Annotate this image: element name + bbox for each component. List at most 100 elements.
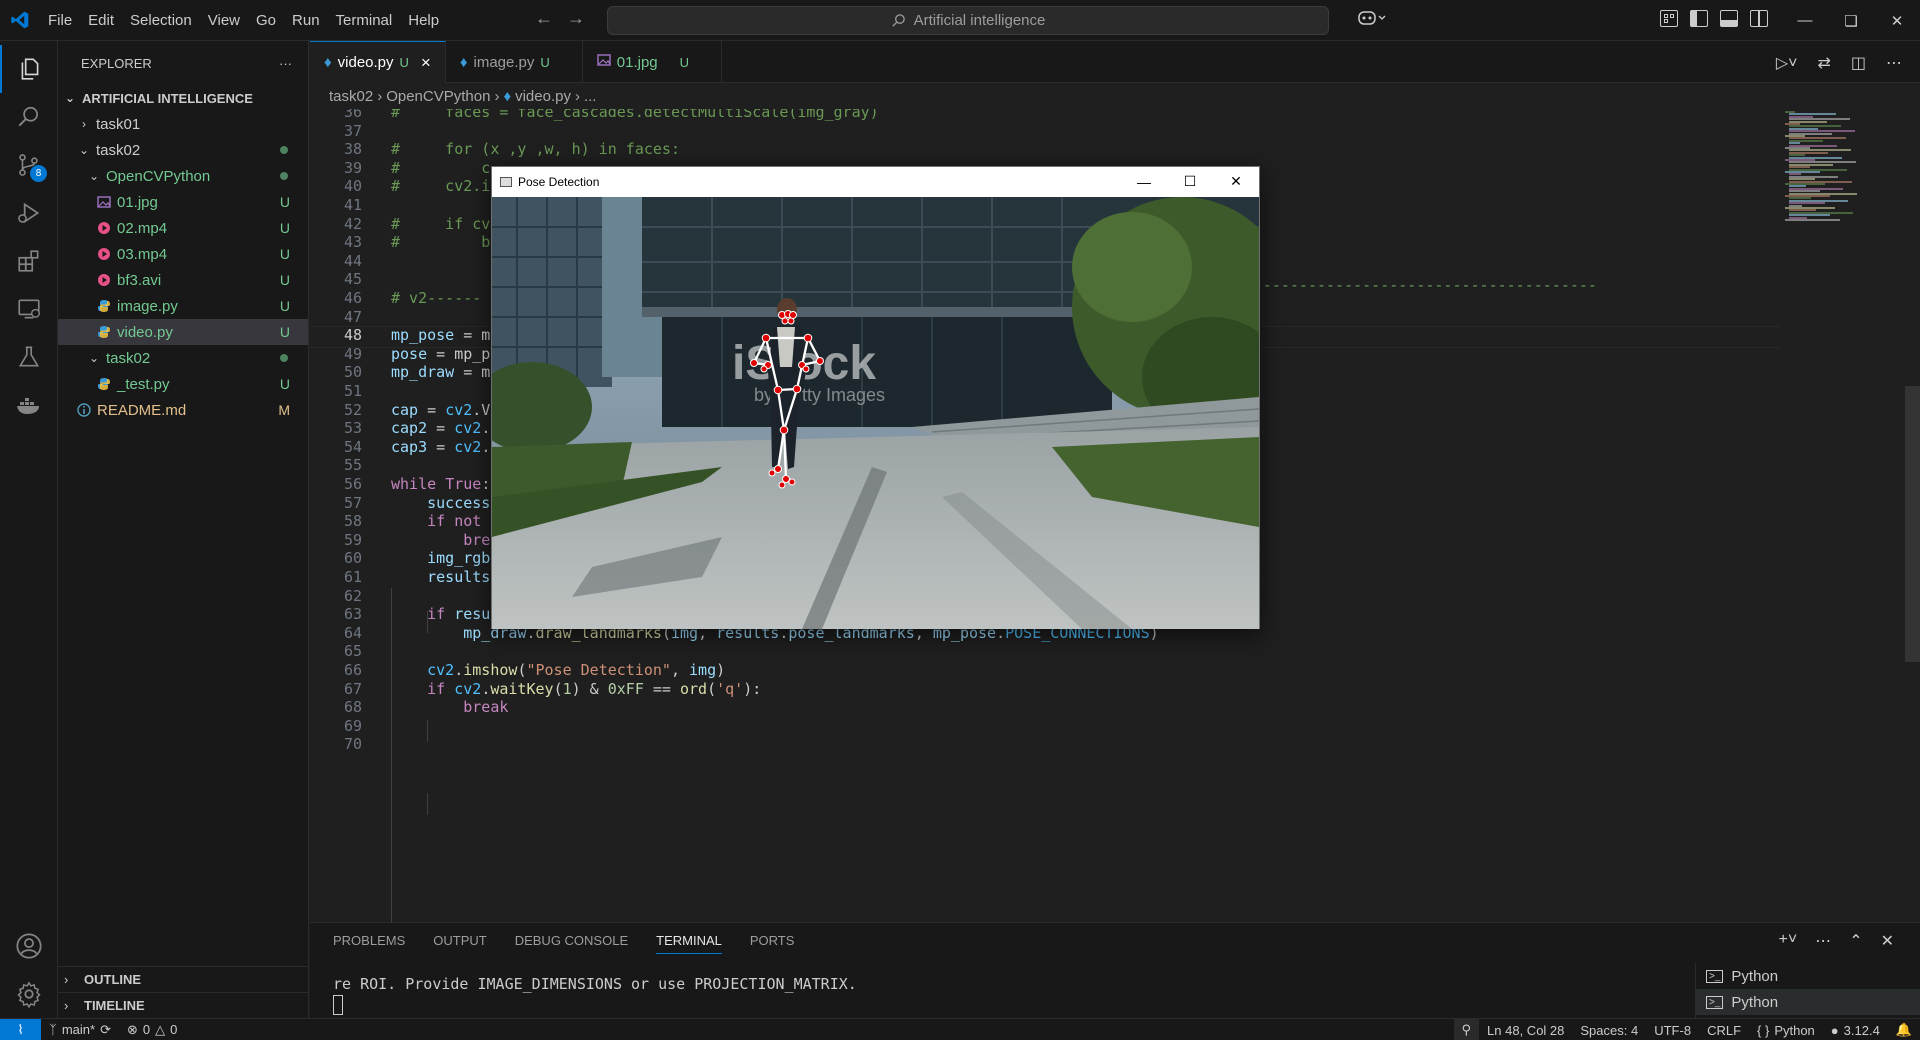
tree-folder-opencvpython[interactable]: ⌄ OpenCVPython	[58, 163, 308, 189]
close-panel-icon[interactable]: ✕	[1881, 931, 1894, 951]
accounts-icon[interactable]	[0, 922, 58, 970]
new-terminal-icon[interactable]: +˅	[1779, 931, 1798, 951]
notifications-icon[interactable]: 🔔	[1888, 1022, 1920, 1038]
code-line[interactable]: 65	[310, 642, 1780, 661]
panel-tab-ports[interactable]: PORTS	[750, 933, 795, 954]
encoding[interactable]: UTF-8	[1646, 1023, 1699, 1038]
extensions-icon[interactable]	[0, 237, 58, 285]
pose-detection-window[interactable]: Pose Detection — ☐ ✕ by Getty Images	[491, 166, 1260, 629]
panel-tab-problems[interactable]: PROBLEMS	[333, 933, 405, 954]
branch-item[interactable]: ᛉ main* ⟳	[41, 1022, 119, 1038]
testing-icon[interactable]	[0, 333, 58, 381]
minimize-icon[interactable]: —	[1782, 0, 1828, 41]
language-mode[interactable]: { } Python	[1749, 1023, 1823, 1038]
tab-01-jpg[interactable]: 01.jpg U	[583, 41, 723, 83]
tree-file-02-mp4[interactable]: 02.mp4 U	[58, 215, 308, 241]
tree-file-01-jpg[interactable]: 01.jpg U	[58, 189, 308, 215]
minimap[interactable]	[1785, 109, 1905, 922]
more-actions-icon[interactable]: ⋯	[1815, 931, 1831, 951]
code-line[interactable]: 69	[310, 717, 1780, 736]
remote-indicator-icon[interactable]: ⌇	[0, 1018, 41, 1040]
pose-minimize-icon[interactable]: —	[1121, 167, 1167, 196]
tree-file-image-py[interactable]: image.py U	[58, 293, 308, 319]
breadcrumb-item[interactable]: task02	[329, 88, 373, 105]
python-interpreter[interactable]: ● 3.12.4	[1823, 1023, 1888, 1038]
explorer-icon[interactable]	[0, 45, 58, 93]
pose-close-icon[interactable]: ✕	[1213, 167, 1259, 196]
line-number: 61	[343, 568, 362, 586]
tree-file-test-py[interactable]: _test.py U	[58, 371, 308, 397]
terminal-item[interactable]: >_ Python	[1696, 963, 1920, 989]
docker-icon[interactable]	[0, 381, 58, 429]
split-editor-icon[interactable]: ◫	[1851, 53, 1866, 73]
code-line[interactable]: 36 # faces = face_cascades.detectMultiSca…	[310, 109, 1780, 122]
workspace-root[interactable]: ⌄ ARTIFICIAL INTELLIGENCE	[58, 85, 308, 111]
tab-video-py[interactable]: ♦ video.py U ×	[310, 41, 446, 83]
close-tab-icon[interactable]: ×	[421, 53, 431, 73]
tree-file-bf3-avi[interactable]: bf3.avi U	[58, 267, 308, 293]
source-control-icon[interactable]: 8	[0, 141, 58, 189]
forward-arrow-icon[interactable]: →	[567, 8, 585, 29]
video-file-icon	[96, 272, 112, 288]
code-line[interactable]: 70	[310, 735, 1780, 754]
search-view-icon[interactable]	[0, 93, 58, 141]
menu-file[interactable]: File	[40, 0, 80, 41]
more-actions-icon[interactable]: ···	[279, 56, 292, 71]
menu-terminal[interactable]: Terminal	[328, 0, 401, 41]
tree-file-video-py[interactable]: video.py U	[58, 319, 308, 345]
restore-icon[interactable]: ❏	[1828, 0, 1874, 41]
tree-folder-task02[interactable]: ⌄ task02	[58, 137, 308, 163]
tree-file-03-mp4[interactable]: 03.mp4 U	[58, 241, 308, 267]
close-window-icon[interactable]: ✕	[1874, 0, 1920, 41]
outline-section[interactable]: › OUTLINE	[58, 966, 309, 992]
menu-edit[interactable]: Edit	[80, 0, 122, 41]
panel-tab-debug-console[interactable]: DEBUG CONSOLE	[515, 933, 628, 954]
pose-window-titlebar[interactable]: Pose Detection — ☐ ✕	[492, 167, 1259, 196]
copilot-icon[interactable]	[1358, 9, 1388, 32]
zoom-item[interactable]: ⚲	[1453, 1019, 1480, 1040]
sync-icon[interactable]: ⟳	[100, 1022, 111, 1038]
tree-folder-task01[interactable]: › task01	[58, 111, 308, 137]
back-arrow-icon[interactable]: ←	[535, 8, 553, 29]
timeline-section[interactable]: › TIMELINE	[58, 992, 309, 1018]
code-line[interactable]: 68 break	[310, 698, 1780, 717]
run-python-icon[interactable]: ▷˅	[1776, 53, 1798, 73]
terminal-output[interactable]: re ROI. Provide IMAGE_DIMENSIONS or use …	[333, 975, 857, 993]
maximize-panel-icon[interactable]: ⌃	[1849, 931, 1862, 951]
command-center[interactable]: Artificial intelligence	[607, 6, 1329, 35]
code-line[interactable]: 37	[310, 122, 1780, 141]
toggle-primary-sidebar-icon[interactable]	[1690, 10, 1708, 27]
menu-help[interactable]: Help	[400, 0, 447, 41]
line-ending[interactable]: CRLF	[1699, 1023, 1749, 1038]
menu-run[interactable]: Run	[284, 0, 328, 41]
toggle-secondary-sidebar-icon[interactable]	[1750, 10, 1768, 27]
panel-tab-terminal[interactable]: TERMINAL	[656, 933, 722, 954]
toggle-panel-icon[interactable]	[1720, 10, 1738, 27]
tree-file-readme-md[interactable]: README.md M	[58, 397, 308, 423]
problems-item[interactable]: ⊗ 0 △ 0	[119, 1022, 185, 1038]
breadcrumb-item[interactable]: OpenCVPython	[386, 88, 490, 105]
cursor-position[interactable]: Ln 48, Col 28	[1479, 1023, 1572, 1038]
customize-layout-icon[interactable]	[1660, 10, 1678, 27]
menu-go[interactable]: Go	[248, 0, 284, 41]
compare-changes-icon[interactable]: ⇄	[1817, 53, 1830, 73]
tree-label: README.md	[97, 401, 187, 419]
breadcrumb-item[interactable]: video.py	[515, 88, 571, 105]
run-debug-icon[interactable]	[0, 189, 58, 237]
indentation[interactable]: Spaces: 4	[1572, 1023, 1646, 1038]
editor-scrollbar-thumb[interactable]	[1905, 386, 1920, 662]
remote-explorer-icon[interactable]	[0, 285, 58, 333]
menu-view[interactable]: View	[200, 0, 248, 41]
terminal-item[interactable]: >_ Python	[1696, 989, 1920, 1015]
panel-tab-output[interactable]: OUTPUT	[433, 933, 486, 954]
breadcrumb-item[interactable]: ...	[584, 88, 597, 105]
pose-maximize-icon[interactable]: ☐	[1167, 167, 1213, 196]
tree-folder-task02-nested[interactable]: ⌄ task02	[58, 345, 308, 371]
tab-image-py[interactable]: ♦ image.py U	[446, 41, 583, 83]
menu-selection[interactable]: Selection	[122, 0, 200, 41]
code-line[interactable]: 66 cv2.imshow("Pose Detection", img)	[310, 661, 1780, 680]
code-line[interactable]: 67 if cv2.waitKey(1) & 0xFF == ord('q'):	[310, 680, 1780, 699]
settings-gear-icon[interactable]	[0, 970, 58, 1018]
code-line[interactable]: 38 # for (x ,y ,w, h) in faces:	[310, 140, 1780, 159]
more-actions-icon[interactable]: ⋯	[1886, 53, 1902, 73]
